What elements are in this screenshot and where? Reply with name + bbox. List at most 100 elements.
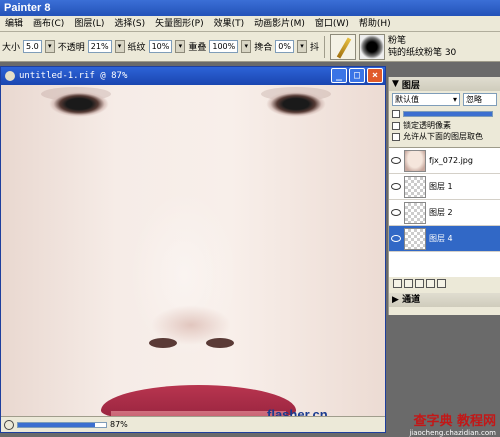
right-eye (266, 91, 326, 117)
menu-edit[interactable]: 编辑 (0, 16, 28, 32)
minimize-button[interactable]: _ (331, 68, 347, 83)
painting-canvas[interactable]: flasher.cn (1, 85, 385, 416)
brush-selector[interactable]: 粉笔 钝的纸纹粉笔 30 (388, 35, 456, 59)
layer-item[interactable]: 图层 2 (389, 200, 500, 226)
zoom-value: 87% (110, 420, 128, 429)
brush-category-icon[interactable] (329, 33, 356, 60)
right-nostril (206, 338, 234, 348)
magnifier-icon[interactable] (4, 419, 14, 430)
grain-dropdown-icon[interactable]: ▾ (175, 40, 186, 53)
opacity-row (389, 108, 500, 120)
chevron-down-icon: ▾ (452, 95, 457, 104)
size-dropdown-icon[interactable]: ▾ (44, 40, 55, 53)
window-controls: _ □ × (331, 68, 383, 83)
bleed-label: 搀合 (254, 43, 273, 53)
ignore-select[interactable]: 忽略 (463, 93, 497, 106)
left-nostril (149, 338, 177, 348)
menu-help[interactable]: 帮助(H) (354, 16, 396, 32)
layer-name: 图层 4 (429, 234, 453, 243)
banner-text: 查字典 教程网 (413, 414, 496, 429)
maximize-button[interactable]: □ (349, 68, 365, 83)
expand-arrow-icon: ▶ (392, 295, 403, 305)
layer-item[interactable]: fjx_072.jpg (389, 148, 500, 174)
bleed-dropdown-icon[interactable]: ▾ (296, 40, 307, 53)
layer-name: 图层 1 (429, 182, 453, 191)
delete-layer-icon[interactable] (437, 279, 446, 288)
menu-effects[interactable]: 效果(T) (209, 16, 250, 32)
grain-label: 纸纹 (127, 43, 146, 53)
banner-url: jiaocheng.chazidian.com (409, 429, 496, 437)
channels-title: 通道 (402, 295, 421, 305)
property-bar: 大小 5.0 ▾ 不透明 21% ▾ 纸纹 10% ▾ 重叠 100% ▾ 搀合… (0, 32, 500, 62)
layer-thumbnail (404, 201, 426, 224)
layer-name: fjx_072.jpg (429, 156, 473, 165)
app-title: Painter 8 (4, 2, 51, 14)
zoom-slider[interactable] (17, 421, 107, 428)
site-banner: 查字典 教程网 jiaocheng.chazidian.com (338, 410, 500, 437)
visibility-eye-icon[interactable] (391, 183, 401, 190)
pick-up-color-checkbox[interactable] (392, 132, 400, 141)
channels-panel-header[interactable]: ▶ 通道 (389, 293, 500, 307)
menu-select[interactable]: 选择(S) (109, 16, 150, 32)
toolbar-divider (323, 35, 325, 58)
layer-opacity-fill (404, 112, 492, 116)
visibility-eye-icon[interactable] (391, 209, 401, 216)
composite-method-value: 默认值 (395, 95, 419, 104)
opacity-dropdown-icon[interactable]: ▾ (114, 40, 125, 53)
lock-transparency-checkbox[interactable] (392, 121, 400, 130)
resat-dropdown-icon[interactable]: ▾ (241, 40, 252, 53)
layer-name: 图层 2 (429, 208, 453, 217)
layer-thumbnail (404, 227, 426, 250)
layer-item-selected[interactable]: 图层 4 (389, 226, 500, 252)
resat-input[interactable]: 100% (209, 40, 239, 53)
composite-method-select[interactable]: 默认值 ▾ (392, 93, 460, 106)
lock-transparency-label: 锁定透明像素 (403, 121, 451, 130)
size-input[interactable]: 5.0 (23, 40, 42, 53)
brush-variant: 钝的纸纹粉笔 30 (387, 47, 457, 58)
watermark: flasher.cn (267, 407, 328, 416)
pick-up-color-option[interactable]: 允许从下面的图层取色 (389, 131, 500, 142)
menu-shapes[interactable]: 矢量图形(P) (150, 16, 208, 32)
zoom-slider-fill (18, 422, 95, 427)
layers-panel-header[interactable]: ▼ 图层 (389, 77, 500, 91)
new-layer-icon[interactable] (415, 279, 424, 288)
app-titlebar: Painter 8 (0, 0, 500, 16)
layer-thumbnail (404, 175, 426, 198)
collapse-arrow-icon[interactable]: ▼ (392, 79, 399, 89)
document-window: untitled-1.rif @ 87% _ □ × flasher.cn 87… (0, 66, 386, 433)
layer-commands-icon[interactable] (393, 279, 402, 288)
document-icon (5, 71, 15, 81)
pick-up-color-label: 允许从下面的图层取色 (403, 132, 483, 141)
lock-transparency-option[interactable]: 锁定透明像素 (389, 120, 500, 131)
bleed-input[interactable]: 0% (275, 40, 294, 53)
composite-row: 默认值 ▾ 忽略 (389, 91, 500, 108)
dynamic-plugins-icon[interactable] (404, 279, 413, 288)
left-eye (49, 91, 109, 117)
layers-panel-title: 图层 (401, 80, 420, 91)
menu-layers[interactable]: 图层(L) (69, 16, 109, 32)
layers-panel: ▼ 图层 默认值 ▾ 忽略 锁定透明像素 允许从下面的图层取色 fjx_072.jp… (388, 77, 500, 315)
menu-movie[interactable]: 动画影片(M) (249, 16, 310, 32)
opacity-input[interactable]: 21% (87, 40, 112, 53)
document-title: untitled-1.rif @ 87% (19, 71, 128, 81)
menu-bar: 编辑 画布(C) 图层(L) 选择(S) 矢量图形(P) 效果(T) 动画影片(… (0, 16, 500, 32)
layer-mask-icon[interactable] (426, 279, 435, 288)
brush-category: 粉笔 (387, 35, 406, 46)
size-label: 大小 (2, 43, 21, 53)
visibility-eye-icon[interactable] (391, 157, 401, 164)
close-button[interactable]: × (367, 68, 383, 83)
layer-tools-row (389, 279, 500, 291)
resat-label: 重叠 (188, 43, 207, 53)
grain-input[interactable]: 10% (148, 40, 173, 53)
visibility-eye-icon[interactable] (391, 235, 401, 242)
layer-list: fjx_072.jpg 图层 1 图层 2 图层 4 (389, 147, 500, 277)
brush-dab-icon[interactable] (358, 33, 385, 60)
lock-icon[interactable] (392, 110, 400, 118)
layer-opacity-slider[interactable] (403, 111, 493, 117)
opacity-label: 不透明 (57, 43, 85, 53)
menu-window[interactable]: 窗口(W) (310, 16, 354, 32)
menu-canvas[interactable]: 画布(C) (28, 16, 69, 32)
ignore-value: 忽略 (466, 95, 482, 104)
document-titlebar[interactable]: untitled-1.rif @ 87% _ □ × (1, 67, 385, 85)
layer-item[interactable]: 图层 1 (389, 174, 500, 200)
